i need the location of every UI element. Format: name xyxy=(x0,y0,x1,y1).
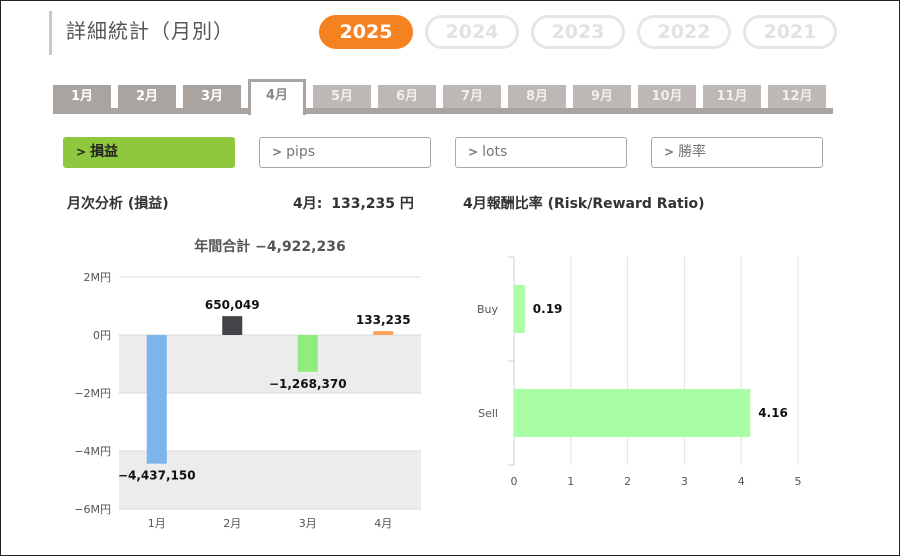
year-2022-button[interactable]: 2022 xyxy=(637,15,731,49)
year-2021-button[interactable]: 2021 xyxy=(743,15,837,49)
tab-month-4[interactable]: 4月 xyxy=(248,79,306,115)
tab-month-1[interactable]: 1月 xyxy=(53,85,111,108)
metric-button-3[interactable]: > 勝率 xyxy=(651,137,823,168)
y-tick-label: 0円 xyxy=(93,329,111,342)
x-tick-label: 3 xyxy=(681,475,688,488)
metric-label: 損益 xyxy=(90,144,119,160)
metric-button-1[interactable]: > pips xyxy=(259,137,431,168)
metric-button-2[interactable]: > lots xyxy=(455,137,627,168)
tab-month-6[interactable]: 6月 xyxy=(378,85,436,108)
page-frame: 詳細統計（月別） 2025 2024 2023 2022 2021 1月 2月 3月 4月 5月… xyxy=(0,0,900,556)
x-tick-label: 2 xyxy=(624,475,631,488)
tab-month-9[interactable]: 9月 xyxy=(573,85,631,108)
month-summary: 4月: 133,235 円 xyxy=(293,193,414,213)
chevron-right-icon: > xyxy=(468,145,479,159)
tab-month-2[interactable]: 2月 xyxy=(118,85,176,108)
year-selector: 2025 2024 2023 2022 2021 xyxy=(319,15,837,49)
bar-Sell xyxy=(514,389,751,437)
monthly-analysis-title: 月次分析 (損益) xyxy=(67,196,169,212)
data-label: 650,049 xyxy=(205,298,260,312)
year-2023-button[interactable]: 2023 xyxy=(531,15,625,49)
x-tick-label: 3月 xyxy=(299,517,317,530)
x-tick-label: 4 xyxy=(738,475,745,488)
tab-month-10[interactable]: 10月 xyxy=(638,85,696,108)
chevron-right-icon: > xyxy=(76,145,87,159)
x-tick-label: 0 xyxy=(511,475,518,488)
title-block: 詳細統計（月別） xyxy=(49,11,234,55)
data-label: 133,235 xyxy=(356,313,411,327)
tab-month-5[interactable]: 5月 xyxy=(313,85,371,108)
y-tick-label: Sell xyxy=(478,407,498,420)
metric-label: 勝率 xyxy=(678,144,707,160)
x-tick-label: 4月 xyxy=(374,517,392,530)
tab-month-12[interactable]: 12月 xyxy=(768,85,826,108)
ratio-chart-title: 4月報酬比率 (Risk/Reward Ratio) xyxy=(463,196,705,212)
chevron-right-icon: > xyxy=(664,145,675,159)
bar-1月 xyxy=(146,335,167,464)
data-label: −1,268,370 xyxy=(269,377,347,391)
metric-button-0[interactable]: > 損益 xyxy=(63,137,235,168)
month-tabs: 1月 2月 3月 4月 5月 6月 7月 8月 9月 10月 11月 12月 xyxy=(53,79,833,115)
monthly-pl-chart: 年間合計 −4,922,236 2M円 0円 −2M円 −4M円 −6M円 −4,437,1… xyxy=(74,238,421,530)
year-2025-button[interactable]: 2025 xyxy=(319,15,413,49)
y-tick-label: 2M円 xyxy=(84,271,112,284)
bar-3月 xyxy=(297,335,318,372)
metric-label: lots xyxy=(482,144,508,160)
tab-month-11[interactable]: 11月 xyxy=(703,85,761,108)
tab-month-8[interactable]: 8月 xyxy=(508,85,566,108)
bar-4月 xyxy=(373,331,394,335)
data-label: −4,437,150 xyxy=(118,469,196,483)
month-summary-value: 133,235 円 xyxy=(331,196,414,212)
x-tick-label: 1月 xyxy=(148,517,166,530)
bar-Buy xyxy=(514,285,525,333)
y-tick-label: −4M円 xyxy=(74,445,111,458)
y-tick-label: Buy xyxy=(477,303,499,316)
x-tick-label: 1 xyxy=(567,475,574,488)
chart-title: 年間合計 −4,922,236 xyxy=(194,238,345,255)
x-tick-label: 5 xyxy=(795,475,802,488)
month-summary-prefix: 4月: xyxy=(293,196,323,212)
tab-month-7[interactable]: 7月 xyxy=(443,85,501,108)
chevron-right-icon: > xyxy=(272,145,283,159)
risk-reward-chart: 0 1 2 3 4 5 0.19 Buy 4.16 Sell xyxy=(477,256,802,488)
tab-month-3[interactable]: 3月 xyxy=(183,85,241,108)
y-tick-label: −2M円 xyxy=(74,387,111,400)
year-2024-button[interactable]: 2024 xyxy=(425,15,519,49)
y-tick-label: −6M円 xyxy=(74,503,111,516)
metric-label: pips xyxy=(286,144,316,160)
data-label: 0.19 xyxy=(533,302,563,316)
data-label: 4.16 xyxy=(758,406,788,420)
x-tick-label: 2月 xyxy=(223,517,241,530)
bar-2月 xyxy=(222,316,243,335)
page-title: 詳細統計（月別） xyxy=(66,19,234,43)
